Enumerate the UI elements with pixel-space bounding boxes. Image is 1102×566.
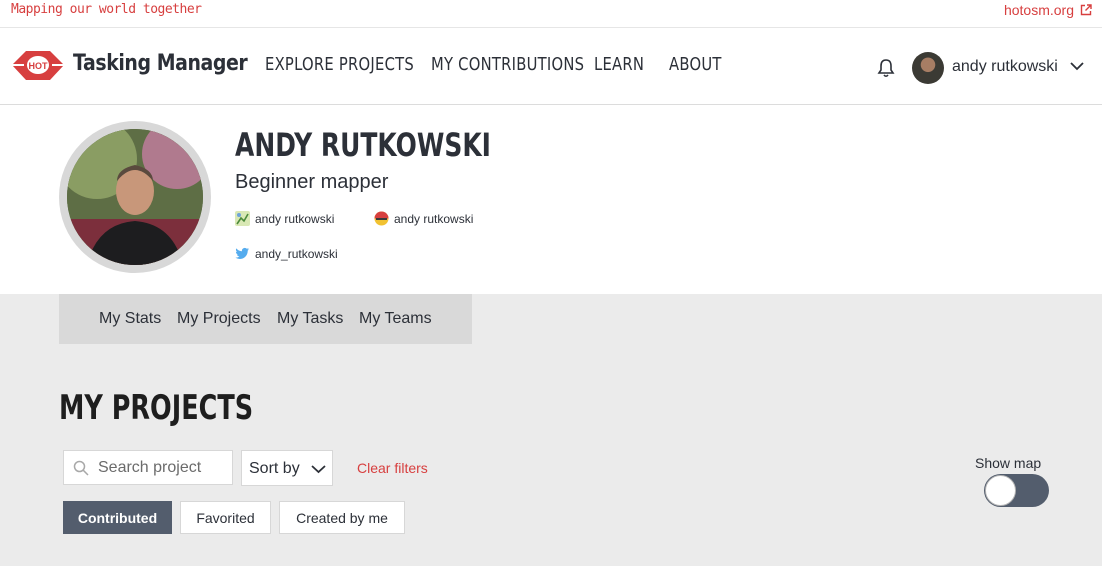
tab-my-teams[interactable]: My Teams: [359, 310, 432, 328]
search-input[interactable]: [98, 457, 228, 479]
nav-explore-projects[interactable]: EXPLORE PROJECTS: [265, 54, 414, 75]
osmcha-icon: [374, 211, 389, 226]
user-menu-name[interactable]: andy rutkowski: [952, 58, 1058, 76]
profile-name: ANDY RUTKOWSKI: [235, 126, 491, 164]
hot-logo-icon[interactable]: HOT: [10, 48, 66, 83]
logo-text: HOT: [29, 61, 49, 71]
tagline: Mapping our world together: [11, 2, 202, 17]
hotosm-link[interactable]: hotosm.org: [1004, 2, 1092, 18]
nav-about[interactable]: ABOUT: [669, 54, 722, 75]
chevron-down-icon[interactable]: [1070, 61, 1084, 71]
profile-avatar-ring: [59, 121, 211, 273]
chevron-down-icon: [311, 465, 326, 474]
external-link-icon: [1080, 4, 1092, 16]
user-avatar[interactable]: [912, 52, 944, 84]
mapper-level: Beginner mapper: [235, 171, 389, 193]
filter-favorited-button[interactable]: Favorited: [180, 501, 271, 534]
nav-learn[interactable]: LEARN: [594, 54, 644, 75]
search-box: [63, 450, 233, 485]
osmcha-username: andy rutkowski: [394, 211, 474, 226]
osm-profile-link[interactable]: andy rutkowski: [235, 211, 334, 226]
sort-dropdown[interactable]: Sort by: [241, 450, 333, 486]
page-title: MY PROJECTS: [59, 388, 254, 428]
brand-title[interactable]: Tasking Manager: [73, 51, 248, 76]
osm-username: andy rutkowski: [255, 211, 335, 226]
twitter-icon: [235, 247, 249, 259]
tab-my-projects[interactable]: My Projects: [177, 310, 261, 328]
profile-tabs: My Stats My Projects My Tasks My Teams: [59, 294, 472, 344]
nav-my-contributions[interactable]: MY CONTRIBUTIONS: [431, 54, 584, 75]
clear-filters-link[interactable]: Clear filters: [357, 460, 428, 476]
hotosm-link-label: hotosm.org: [1003, 2, 1074, 18]
twitter-profile-link[interactable]: andy_rutkowski: [235, 246, 338, 261]
top-bar: Mapping our world together hotosm.org: [0, 0, 1102, 28]
search-icon: [73, 460, 89, 476]
toggle-knob: [985, 475, 1016, 506]
tab-my-tasks[interactable]: My Tasks: [277, 310, 343, 328]
tab-my-stats[interactable]: My Stats: [99, 310, 161, 328]
main-navbar: HOT Tasking Manager EXPLORE PROJECTS MY …: [0, 28, 1102, 105]
profile-avatar: [67, 129, 203, 265]
twitter-handle: andy_rutkowski: [255, 246, 338, 261]
show-map-label: Show map: [975, 455, 1042, 471]
osm-icon: [235, 211, 250, 226]
filter-created-by-me-button[interactable]: Created by me: [279, 501, 405, 534]
filter-contributed-button[interactable]: Contributed: [63, 501, 172, 534]
sort-label: Sort by: [249, 460, 300, 477]
osmcha-profile-link[interactable]: andy rutkowski: [374, 211, 473, 226]
show-map-toggle[interactable]: [984, 474, 1049, 507]
profile-header: ANDY RUTKOWSKI Beginner mapper andy rutk…: [0, 105, 1102, 294]
bell-icon[interactable]: [876, 57, 896, 79]
